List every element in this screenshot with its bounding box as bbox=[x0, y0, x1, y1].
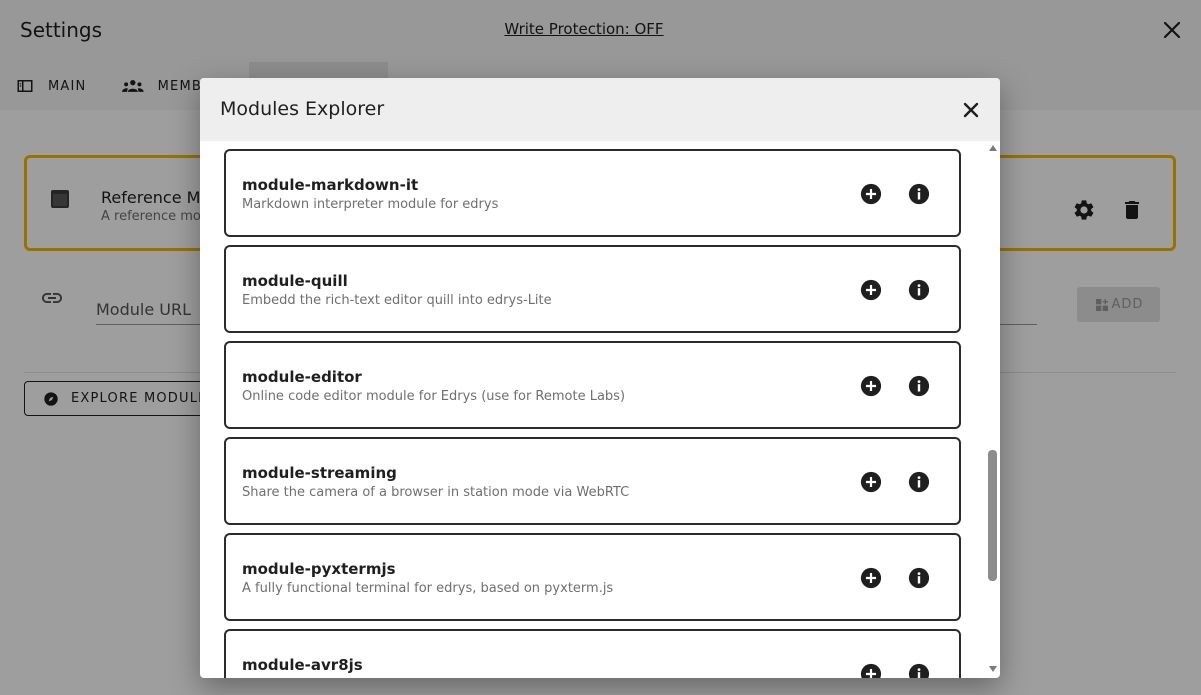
module-name: module-pyxtermjs bbox=[242, 560, 396, 578]
list-item: module-pyxtermjs A fully functional term… bbox=[224, 533, 961, 621]
add-circle-icon[interactable] bbox=[860, 279, 882, 301]
list-item: module-quill Embedd the rich-text editor… bbox=[224, 245, 961, 333]
dialog-body: module-markdown-it Markdown interpreter … bbox=[200, 141, 1000, 678]
info-icon[interactable] bbox=[908, 471, 930, 493]
info-icon[interactable] bbox=[908, 279, 930, 301]
info-icon[interactable] bbox=[908, 183, 930, 205]
list-item: module-editor Online code editor module … bbox=[224, 341, 961, 429]
modules-explorer-dialog: Modules Explorer module-markdown-it Mark… bbox=[200, 78, 1000, 678]
scroll-down-arrow-icon[interactable] bbox=[989, 666, 997, 672]
module-description: A fully functional terminal for edrys, b… bbox=[242, 581, 614, 596]
module-name: module-quill bbox=[242, 272, 348, 290]
scrollbar[interactable] bbox=[987, 141, 1000, 678]
add-circle-icon[interactable] bbox=[860, 471, 882, 493]
scroll-up-arrow-icon[interactable] bbox=[989, 145, 997, 151]
add-circle-icon[interactable] bbox=[860, 663, 882, 678]
dialog-title: Modules Explorer bbox=[220, 98, 385, 120]
close-icon[interactable] bbox=[959, 98, 983, 122]
module-name: module-streaming bbox=[242, 464, 397, 482]
module-description: Online code editor module for Edrys (use… bbox=[242, 389, 626, 404]
add-circle-icon[interactable] bbox=[860, 567, 882, 589]
add-circle-icon[interactable] bbox=[860, 375, 882, 397]
module-description: Embedd the rich-text editor quill into e… bbox=[242, 293, 552, 308]
info-icon[interactable] bbox=[908, 663, 930, 678]
module-description: Share the camera of a browser in station… bbox=[242, 485, 630, 500]
list-item: module-markdown-it Markdown interpreter … bbox=[224, 149, 961, 237]
scrollbar-thumb[interactable] bbox=[988, 450, 997, 581]
list-item: module-avr8js bbox=[224, 629, 961, 678]
module-name: module-avr8js bbox=[242, 656, 363, 674]
list-item: module-streaming Share the camera of a b… bbox=[224, 437, 961, 525]
module-name: module-markdown-it bbox=[242, 176, 419, 194]
module-name: module-editor bbox=[242, 368, 362, 386]
module-description: Markdown interpreter module for edrys bbox=[242, 197, 499, 212]
add-circle-icon[interactable] bbox=[860, 183, 882, 205]
dialog-header: Modules Explorer bbox=[200, 78, 1000, 141]
info-icon[interactable] bbox=[908, 375, 930, 397]
info-icon[interactable] bbox=[908, 567, 930, 589]
module-list: module-markdown-it Markdown interpreter … bbox=[224, 149, 961, 678]
